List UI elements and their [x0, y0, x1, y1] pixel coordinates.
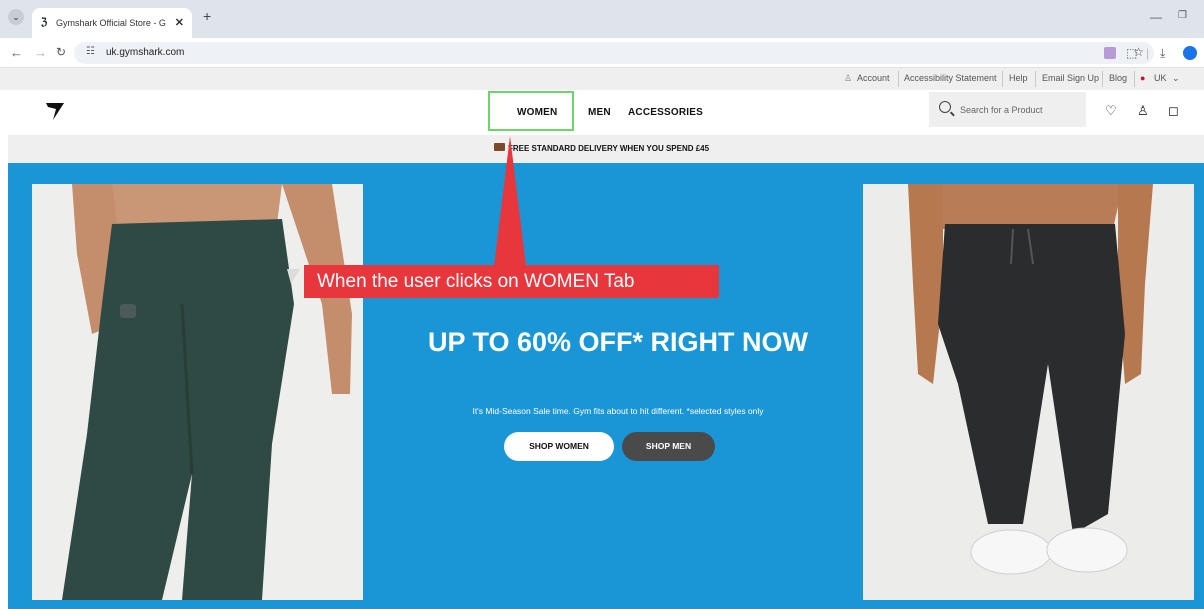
womens-leggings-image[interactable] — [32, 184, 363, 600]
mens-joggers-image[interactable] — [863, 184, 1194, 600]
extension-icon[interactable] — [1104, 47, 1116, 59]
toolbar-divider: | — [1146, 46, 1150, 60]
profile-avatar-icon[interactable] — [1183, 46, 1197, 60]
download-icon[interactable]: ⤓ — [1160, 46, 1165, 61]
utility-bar: ♙ Account Accessibility Statement Help E… — [0, 68, 1204, 90]
site-header: WOMEN MEN ACCESSORIES Search for a Produ… — [0, 90, 1204, 135]
account-user-icon[interactable]: ♙ — [1137, 103, 1149, 119]
region-selector[interactable]: UK — [1154, 73, 1167, 83]
new-tab-button[interactable]: + — [203, 8, 211, 24]
shop-women-button[interactable]: SHOP WOMEN — [504, 432, 614, 461]
divider — [1035, 71, 1036, 87]
window-minimize-button[interactable]: — — [1150, 10, 1162, 24]
search-placeholder: Search for a Product — [960, 105, 1043, 115]
hero-banner: UP TO 60% OFF* RIGHT NOW It's Mid-Season… — [8, 163, 1204, 609]
gymshark-favicon-icon: ℨ — [41, 17, 48, 28]
divider — [1134, 71, 1135, 87]
accessibility-link[interactable]: Accessibility Statement — [904, 73, 997, 83]
divider — [1002, 71, 1003, 87]
search-icon — [939, 101, 951, 113]
annotation-callout: When the user clicks on WOMEN Tab — [304, 265, 719, 298]
window-restore-button[interactable]: ❐ — [1178, 10, 1187, 21]
hero-title: UP TO 60% OFF* RIGHT NOW — [427, 327, 809, 357]
reload-icon[interactable]: ↻ — [56, 45, 66, 59]
annotation-arrow — [494, 136, 526, 266]
forward-arrow-icon[interactable]: → — [34, 45, 47, 60]
hero-subtitle: It's Mid-Season Sale time. Gym fits abou… — [472, 406, 764, 416]
account-icon: ♙ — [844, 73, 853, 83]
address-bar[interactable]: ☷ uk.gymshark.com ☆ — [74, 42, 1154, 64]
promo-banner: FREE STANDARD DELIVERY WHEN YOU SPEND £4… — [8, 135, 1204, 163]
account-link[interactable]: Account — [857, 73, 890, 83]
extensions-puzzle-icon[interactable]: ⬚ — [1126, 46, 1137, 60]
search-input[interactable]: Search for a Product — [929, 92, 1086, 127]
tab-close-icon[interactable]: ✕ — [175, 16, 184, 29]
tab-title: Gymshark Official Store - Gym — [56, 18, 166, 28]
wishlist-heart-icon[interactable]: ♡ — [1105, 103, 1117, 119]
gymshark-logo[interactable] — [44, 99, 66, 121]
nav-accessories[interactable]: ACCESSORIES — [628, 107, 703, 118]
email-signup-link[interactable]: Email Sign Up — [1042, 73, 1099, 83]
shop-men-button[interactable]: SHOP MEN — [622, 432, 715, 461]
browser-toolbar: ← → ↻ ☷ uk.gymshark.com ☆ ⬚ | ⤓ — [0, 38, 1204, 68]
bag-icon[interactable]: ◻ — [1168, 103, 1179, 119]
tab-search-chevron-icon[interactable]: ⌄ — [8, 9, 24, 25]
url-text[interactable]: uk.gymshark.com — [106, 47, 184, 58]
promo-text: FREE STANDARD DELIVERY WHEN YOU SPEND £4… — [508, 144, 710, 153]
divider — [898, 71, 899, 87]
browser-tab[interactable]: ℨ Gymshark Official Store - Gym ✕ — [32, 8, 192, 38]
nav-women[interactable]: WOMEN — [517, 107, 557, 118]
site-settings-icon[interactable]: ☷ — [86, 46, 95, 57]
uk-flag-icon: ● — [1140, 73, 1146, 83]
nav-men[interactable]: MEN — [588, 107, 611, 118]
help-link[interactable]: Help — [1009, 73, 1028, 83]
back-arrow-icon[interactable]: ← — [10, 45, 23, 60]
divider — [1102, 71, 1103, 87]
annotation-text: When the user clicks on WOMEN Tab — [317, 271, 635, 292]
chevron-down-icon[interactable]: ⌄ — [1172, 73, 1180, 84]
browser-tab-strip: ⌄ ℨ Gymshark Official Store - Gym ✕ + — … — [0, 0, 1204, 38]
blog-link[interactable]: Blog — [1109, 73, 1127, 83]
